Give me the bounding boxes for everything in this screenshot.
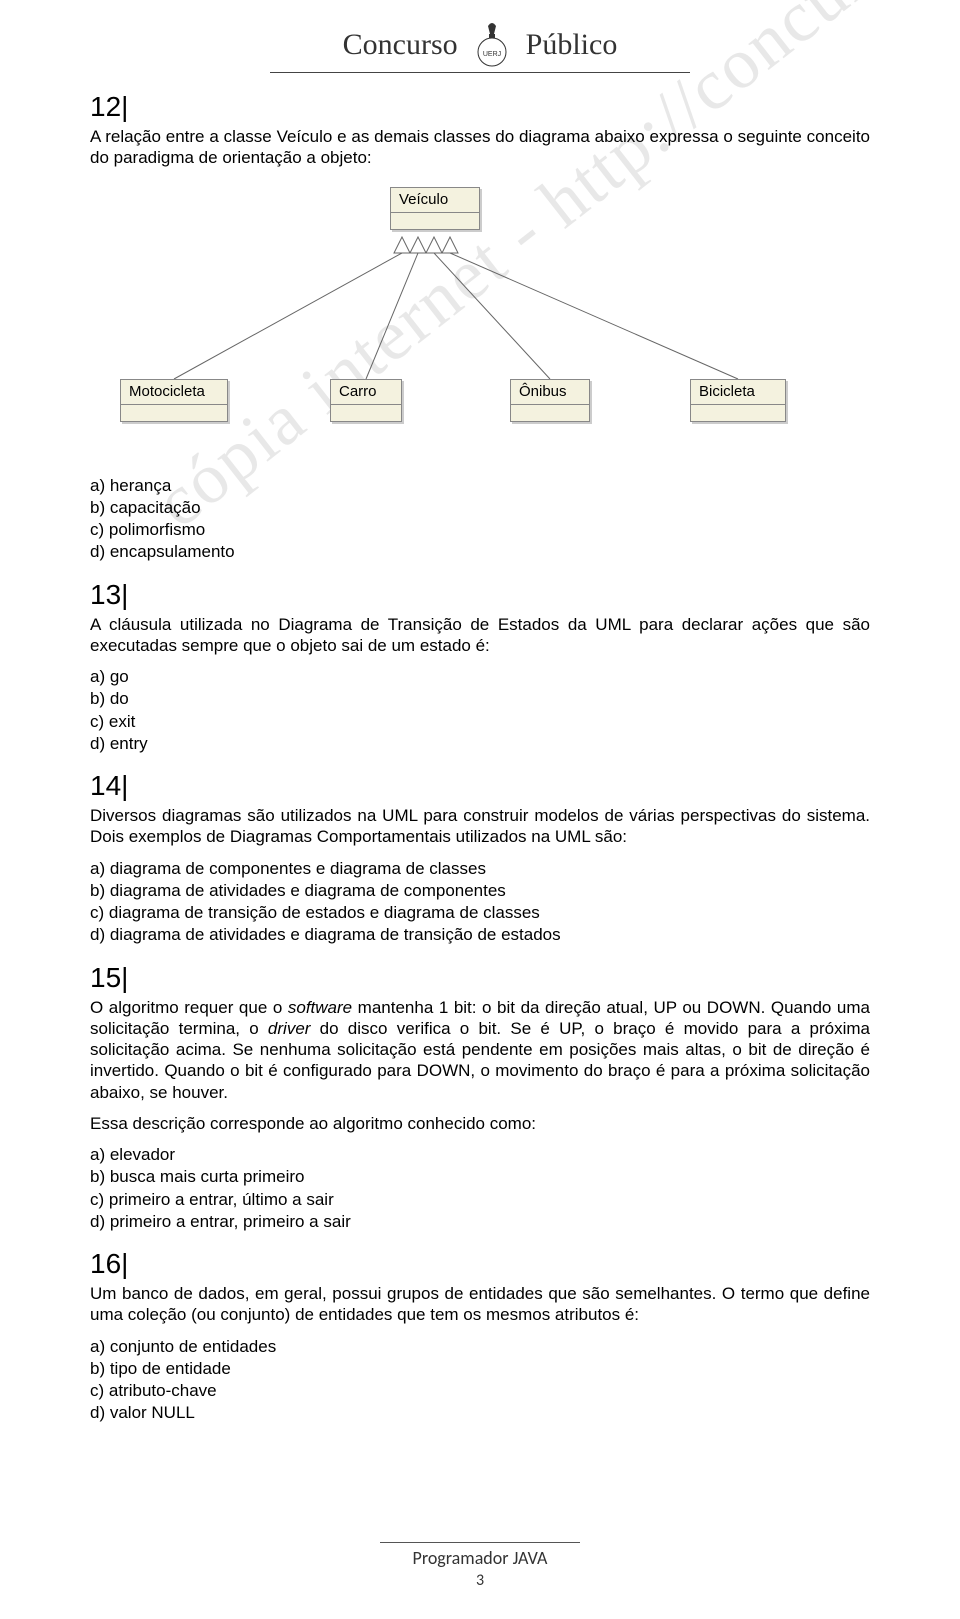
- header-underline: [270, 72, 690, 73]
- footer-page-number: 3: [0, 1571, 960, 1591]
- options-16: a) conjunto de entidades b) tipo de enti…: [90, 1336, 870, 1424]
- option-16a: a) conjunto de entidades: [90, 1336, 870, 1357]
- question-text-16: Um banco de dados, em geral, possui grup…: [90, 1283, 870, 1326]
- options-15: a) elevador b) busca mais curta primeiro…: [90, 1144, 870, 1232]
- page-footer: Programador JAVA 3: [0, 1542, 960, 1592]
- option-13d: d) entry: [90, 733, 870, 754]
- option-15b: b) busca mais curta primeiro: [90, 1166, 870, 1187]
- options-13: a) go b) do c) exit d) entry: [90, 666, 870, 754]
- question-number-13: 13|: [90, 577, 870, 612]
- options-12: a) herança b) capacitação c) polimorfism…: [90, 475, 870, 563]
- document-header: Concurso UERJ Público: [90, 20, 870, 73]
- option-12a: a) herança: [90, 475, 870, 496]
- footer-title: Programador JAVA: [0, 1547, 960, 1570]
- header-right: Público: [526, 26, 618, 64]
- uml-class-bicicleta: Bicicleta: [690, 379, 786, 423]
- question-subtext-15: Essa descrição corresponde ao algoritmo …: [90, 1113, 870, 1134]
- option-16d: d) valor NULL: [90, 1402, 870, 1423]
- option-14a: a) diagrama de componentes e diagrama de…: [90, 858, 870, 879]
- option-13c: c) exit: [90, 711, 870, 732]
- uml-class-veiculo: Veículo: [390, 187, 480, 231]
- option-12b: b) capacitação: [90, 497, 870, 518]
- option-13a: a) go: [90, 666, 870, 687]
- uml-class-carro: Carro: [330, 379, 402, 423]
- question-number-14: 14|: [90, 768, 870, 803]
- option-13b: b) do: [90, 688, 870, 709]
- uml-diagram: Veículo Motocicleta Carro Ônibus Bicicle…: [90, 179, 870, 459]
- question-text-14: Diversos diagramas são utilizados na UML…: [90, 805, 870, 848]
- option-16b: b) tipo de entidade: [90, 1358, 870, 1379]
- question-number-16: 16|: [90, 1246, 870, 1281]
- option-14d: d) diagrama de atividades e diagrama de …: [90, 924, 870, 945]
- options-14: a) diagrama de componentes e diagrama de…: [90, 858, 870, 946]
- option-12d: d) encapsulamento: [90, 541, 870, 562]
- uml-class-onibus: Ônibus: [510, 379, 590, 423]
- question-number-15: 15|: [90, 960, 870, 995]
- header-left: Concurso: [343, 26, 458, 64]
- option-16c: c) atributo-chave: [90, 1380, 870, 1401]
- question-number-12: 12|: [90, 89, 870, 124]
- question-text-15: O algoritmo requer que o software manten…: [90, 997, 870, 1103]
- uerj-logo-icon: UERJ: [470, 20, 514, 70]
- option-12c: c) polimorfismo: [90, 519, 870, 540]
- svg-text:UERJ: UERJ: [483, 51, 501, 58]
- option-14c: c) diagrama de transição de estados e di…: [90, 902, 870, 923]
- question-text-13: A cláusula utilizada no Diagrama de Tran…: [90, 614, 870, 657]
- question-text-12: A relação entre a classe Veículo e as de…: [90, 126, 870, 169]
- uml-class-motocicleta: Motocicleta: [120, 379, 228, 423]
- option-15d: d) primeiro a entrar, primeiro a sair: [90, 1211, 870, 1232]
- option-14b: b) diagrama de atividades e diagrama de …: [90, 880, 870, 901]
- option-15c: c) primeiro a entrar, último a sair: [90, 1189, 870, 1210]
- option-15a: a) elevador: [90, 1144, 870, 1165]
